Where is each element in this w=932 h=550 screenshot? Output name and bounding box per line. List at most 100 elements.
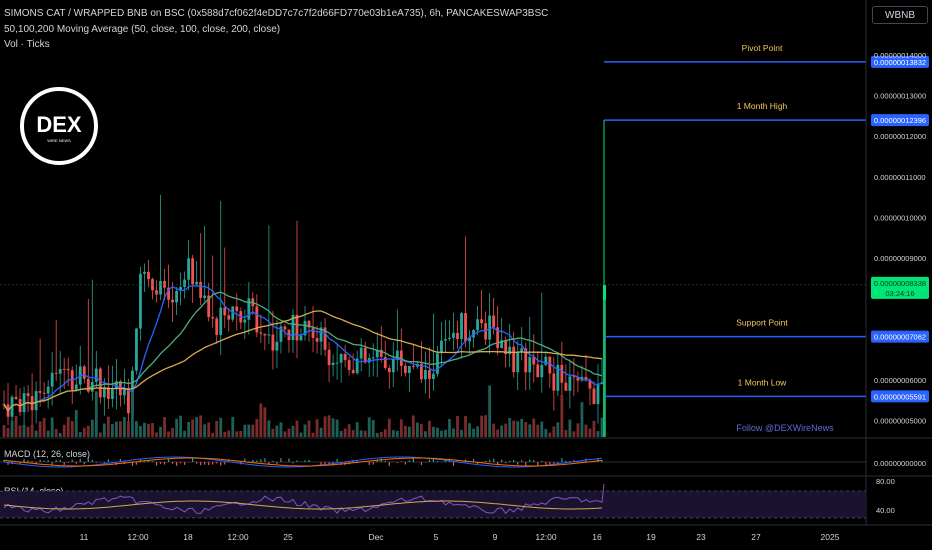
volume-bar <box>199 415 203 437</box>
time-tick-label: 9 <box>493 532 498 542</box>
volume-bar <box>472 428 475 437</box>
rsi-tick-label: 40.00 <box>876 506 895 515</box>
volume-bar <box>576 423 580 437</box>
macd-hist <box>537 462 539 466</box>
volume-bar <box>143 422 146 437</box>
time-axis[interactable]: 11 12:00 18 12:00 25 Dec 5 9 12:00 16 19 23 27 2025 <box>80 532 840 542</box>
volume-bar <box>363 430 367 437</box>
price-tick-label: 0.00000005000 <box>874 416 926 425</box>
candle-body <box>143 271 146 274</box>
candle-body <box>411 366 415 368</box>
volume-bar <box>295 420 299 437</box>
volume-bar <box>78 432 82 437</box>
volume-bar <box>476 426 479 437</box>
macd-hist <box>561 458 563 462</box>
current-price-value: 0.00000008338 <box>874 279 926 288</box>
volume-bar <box>387 418 391 437</box>
volume-bar <box>30 424 34 437</box>
volume-bar <box>70 421 74 437</box>
candle-body <box>163 281 166 288</box>
volume-bar <box>564 429 568 437</box>
candle-body <box>54 372 58 374</box>
macd-hist <box>179 462 182 464</box>
macd-hist <box>212 462 214 465</box>
candle-body <box>295 314 299 341</box>
volume-bar <box>524 422 528 437</box>
volume-bar <box>255 418 259 437</box>
volume-bar <box>492 423 496 437</box>
macd-hist <box>184 462 186 465</box>
volume-bar <box>528 424 532 437</box>
volume-bar <box>187 422 191 437</box>
volume-bar <box>508 418 512 437</box>
volume-bar <box>339 430 343 437</box>
price-tick-label: 0.00000010000 <box>874 213 926 222</box>
candle-body <box>171 299 174 303</box>
candle-body <box>568 376 572 391</box>
volume-bar <box>263 407 267 437</box>
trading-chart[interactable]: Pivot Point0.000000138321 Month High0.00… <box>0 0 932 550</box>
volume-bar <box>532 418 536 437</box>
macd-hist <box>79 458 81 462</box>
macd-hist <box>252 459 254 462</box>
macd-hist <box>171 462 174 464</box>
macd-hist <box>549 462 551 465</box>
candle-body <box>544 356 548 365</box>
volume-bar <box>484 415 488 437</box>
volume-bar <box>355 422 359 437</box>
macd-hist <box>513 460 515 462</box>
volume-bar <box>171 428 174 437</box>
volume-bar <box>395 430 399 437</box>
volume-bar <box>114 421 118 437</box>
volume-bar <box>90 419 94 437</box>
volume-bar <box>239 430 243 437</box>
macd-hist <box>404 462 406 465</box>
volume-bar <box>448 418 451 437</box>
ma-indicator-label[interactable]: 50,100,200 Moving Average (50, close, 10… <box>4 24 280 36</box>
candle-body <box>347 360 351 371</box>
candle-body <box>428 370 431 379</box>
macd-hist <box>272 460 274 462</box>
candle-body <box>223 307 227 316</box>
macd-hist <box>55 459 57 462</box>
volume-bar <box>179 415 182 437</box>
volume-bar <box>259 403 263 437</box>
macd-hist <box>485 460 487 462</box>
macd-hist <box>509 460 511 462</box>
volume-bar <box>411 415 415 437</box>
macd-hist <box>220 462 222 466</box>
price-axis[interactable]: 0.00000014000 0.00000013000 0.00000012000 0… <box>0 0 932 526</box>
candle-body <box>283 326 287 330</box>
rsi-pane: RSI (14, close)80.0040.00 <box>0 477 895 519</box>
macd-hist <box>565 460 567 462</box>
candles <box>2 194 606 434</box>
candle-body <box>62 368 66 370</box>
candle-body <box>42 392 46 394</box>
volume-bar <box>94 391 98 437</box>
macd-hist <box>533 460 535 462</box>
volume-bar <box>163 417 166 437</box>
volume-bar <box>151 423 154 437</box>
candle-body <box>127 387 130 414</box>
volume-bar <box>556 422 560 437</box>
candle-body <box>46 386 50 394</box>
volume-bar <box>54 429 58 437</box>
svg-text:WIRE NEWS: WIRE NEWS <box>47 138 71 143</box>
volume-bar <box>6 427 10 437</box>
volume-indicator-label[interactable]: Vol · Ticks <box>4 39 50 51</box>
macd-hist <box>436 461 439 462</box>
candle-body <box>82 366 86 379</box>
macd-hist <box>196 462 198 464</box>
candle-body <box>86 378 90 392</box>
volume-bar <box>419 423 423 437</box>
candle-body <box>572 376 576 378</box>
price-tick-label: 0.00000006000 <box>874 376 926 385</box>
time-tick-label: 23 <box>696 532 706 542</box>
macd-hist <box>489 459 491 462</box>
volume-bar <box>291 425 295 437</box>
macd-hist <box>308 459 310 462</box>
quote-currency-button[interactable]: WBNB <box>872 6 928 24</box>
candle-body <box>488 315 492 340</box>
time-tick-label: 12:00 <box>127 532 149 542</box>
volume-bar <box>42 417 46 437</box>
